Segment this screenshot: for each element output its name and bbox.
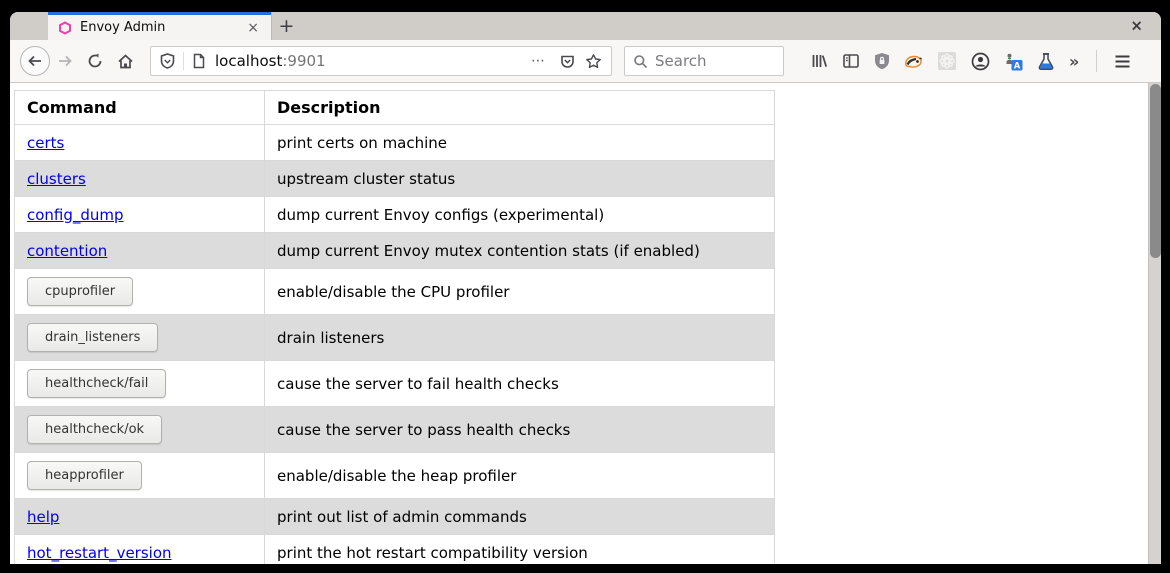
command-cell: contention: [15, 233, 265, 269]
command-cell: hot_restart_version: [15, 535, 265, 565]
description-cell: drain listeners: [265, 315, 775, 361]
command-cell: help: [15, 499, 265, 535]
forward-arrow-icon: [57, 53, 73, 69]
command-link[interactable]: clusters: [27, 170, 86, 188]
url-text[interactable]: localhost:9901: [215, 52, 326, 70]
description-cell: enable/disable the CPU profiler: [265, 269, 775, 315]
tab-strip: Envoy Admin × + ×: [10, 12, 1161, 40]
tracking-protection-shield-icon[interactable]: [160, 53, 175, 69]
table-header-row: Command Description: [15, 91, 775, 125]
table-row: hot_restart_version print the hot restart…: [15, 535, 775, 565]
description-cell: cause the server to pass health checks: [265, 407, 775, 453]
home-icon: [117, 53, 134, 70]
envoy-favicon-icon: [58, 21, 72, 35]
urlbar-divider: [183, 52, 184, 70]
table-row: config_dump dump current Envoy configs (e…: [15, 197, 775, 233]
command-cell: heapprofiler: [15, 453, 265, 499]
shield-lock-extension-icon[interactable]: [874, 52, 890, 70]
command-link[interactable]: help: [27, 508, 59, 526]
column-header-description: Description: [265, 91, 775, 125]
badger-extension-icon[interactable]: [904, 53, 923, 70]
command-link[interactable]: hot_restart_version: [27, 544, 172, 562]
table-row: healthcheck/ok cause the server to pass h…: [15, 407, 775, 453]
browser-window: Envoy Admin × + ×: [10, 12, 1161, 564]
table-row: contention dump current Envoy mutex conte…: [15, 233, 775, 269]
bookmark-star-icon[interactable]: [585, 53, 602, 70]
search-icon: [633, 54, 648, 69]
reload-icon: [87, 53, 103, 69]
tab-title: Envoy Admin: [80, 20, 235, 35]
description-cell: enable/disable the heap profiler: [265, 453, 775, 499]
page-content: Command Description certs print certs on …: [10, 83, 1161, 564]
overflow-chevron-icon[interactable]: »: [1069, 52, 1079, 71]
table-row: clusters upstream cluster status: [15, 161, 775, 197]
description-cell: print certs on machine: [265, 125, 775, 161]
command-button[interactable]: healthcheck/ok: [27, 415, 162, 444]
back-button[interactable]: [20, 46, 50, 76]
command-link[interactable]: certs: [27, 134, 64, 152]
command-cell: healthcheck/ok: [15, 407, 265, 453]
command-link[interactable]: config_dump: [27, 206, 124, 224]
command-cell: clusters: [15, 161, 265, 197]
new-tab-button[interactable]: +: [271, 12, 301, 40]
search-box[interactable]: [624, 46, 784, 76]
pocket-icon[interactable]: [560, 54, 575, 69]
description-cell: print out list of admin commands: [265, 499, 775, 535]
vertical-scrollbar[interactable]: [1148, 83, 1161, 564]
tab-close-icon[interactable]: ×: [243, 19, 263, 37]
command-button[interactable]: drain_listeners: [27, 323, 158, 352]
command-cell: config_dump: [15, 197, 265, 233]
url-port: :9901: [282, 52, 325, 70]
command-cell: cpuprofiler: [15, 269, 265, 315]
navigation-toolbar: localhost:9901 ⋯: [10, 40, 1161, 83]
tab-envoy-admin[interactable]: Envoy Admin ×: [48, 12, 271, 40]
command-cell: certs: [15, 125, 265, 161]
search-input[interactable]: [655, 52, 765, 70]
page-actions-icon[interactable]: ⋯: [531, 53, 546, 69]
column-header-command: Command: [15, 91, 265, 125]
command-cell: healthcheck/fail: [15, 361, 265, 407]
description-cell: upstream cluster status: [265, 161, 775, 197]
table-row: drain_listeners drain listeners: [15, 315, 775, 361]
disabled-extension-icon[interactable]: [937, 51, 957, 71]
command-button[interactable]: healthcheck/fail: [27, 369, 166, 398]
menu-icon[interactable]: [1114, 54, 1131, 69]
table-row: help print out list of admin commands: [15, 499, 775, 535]
svg-text:A: A: [1014, 61, 1021, 71]
description-cell: print the hot restart compatibility vers…: [265, 535, 775, 565]
forward-button[interactable]: [50, 46, 80, 76]
description-cell: dump current Envoy configs (experimental…: [265, 197, 775, 233]
table-row: certs print certs on machine: [15, 125, 775, 161]
sidebars-icon[interactable]: [842, 52, 860, 70]
table-row: cpuprofiler enable/disable the CPU profil…: [15, 269, 775, 315]
table-row: healthcheck/fail cause the server to fail…: [15, 361, 775, 407]
command-cell: drain_listeners: [15, 315, 265, 361]
command-link[interactable]: contention: [27, 242, 107, 260]
account-icon[interactable]: [971, 52, 990, 71]
description-cell: dump current Envoy mutex contention stat…: [265, 233, 775, 269]
library-icon[interactable]: [810, 52, 828, 70]
window-close-button[interactable]: ×: [1130, 19, 1143, 34]
description-cell: cause the server to fail health checks: [265, 361, 775, 407]
flask-extension-icon[interactable]: [1037, 52, 1055, 71]
command-button[interactable]: heapprofiler: [27, 461, 142, 490]
table-row: heapprofiler enable/disable the heap prof…: [15, 453, 775, 499]
reload-button[interactable]: [80, 46, 110, 76]
back-arrow-icon: [27, 53, 43, 69]
toolbar-extension-icons: A »: [810, 50, 1131, 72]
toolbar-separator: [1096, 50, 1097, 72]
command-button[interactable]: cpuprofiler: [27, 277, 133, 306]
home-button[interactable]: [110, 46, 140, 76]
scrollbar-thumb[interactable]: [1150, 84, 1161, 258]
url-bar[interactable]: localhost:9901 ⋯: [150, 46, 612, 76]
page-document-icon[interactable]: [192, 53, 206, 69]
command-table: Command Description certs print certs on …: [14, 90, 775, 564]
translate-extension-icon[interactable]: A: [1004, 52, 1023, 71]
command-table-body: certs print certs on machine clusters upstr…: [15, 125, 775, 565]
